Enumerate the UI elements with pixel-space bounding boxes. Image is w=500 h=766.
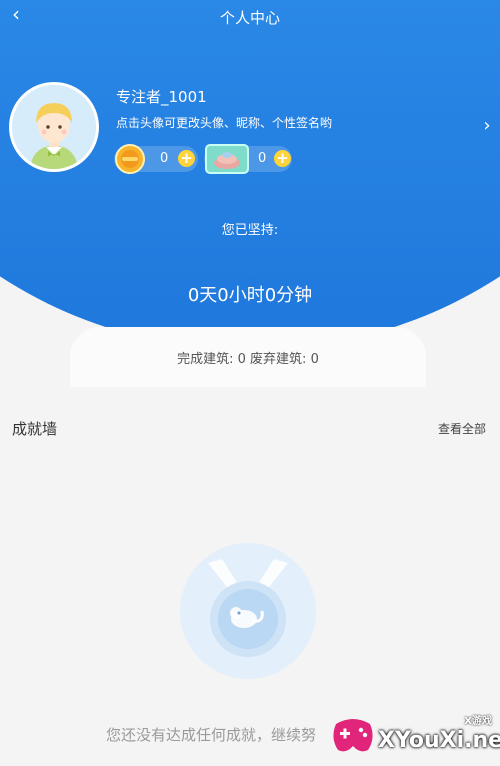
avatar[interactable] (9, 82, 99, 172)
watermark: X游戏 XYouXi.net (330, 710, 500, 762)
plus-icon[interactable]: + (178, 150, 195, 167)
coin-icon (115, 144, 145, 174)
plus-icon[interactable]: + (274, 150, 291, 167)
profile-page: ‹ 个人中心 专注者_1001 点击头像可更改头像、昵称、个性签名哟 › 0 + (0, 0, 500, 766)
persist-label: 您已坚持: (221, 223, 279, 238)
medal-placeholder-icon (180, 543, 316, 679)
achievement-wall-title: 成就墙 (12, 420, 58, 438)
gift-balance: 0 + (204, 144, 292, 174)
gamepad-logo-icon (333, 719, 373, 752)
empty-achievement-text: 您还没有达成任何成就，继续努 (106, 726, 317, 744)
profile-edit-hint: 点击头像可更改头像、昵称、个性签名哟 (116, 116, 333, 130)
watermark-brand: XYouXi.net (378, 728, 500, 753)
top-bar: ‹ 个人中心 (0, 0, 500, 34)
coin-balance: 0 + (114, 144, 198, 174)
page-title: 个人中心 (219, 9, 280, 27)
boy-avatar-icon (12, 85, 96, 169)
view-all-link[interactable]: 查看全部 (438, 420, 486, 437)
gift-box-icon (205, 144, 249, 174)
watermark-small-text: X游戏 (464, 716, 492, 727)
gift-count: 0 (258, 151, 267, 166)
persist-time: 0天0小时0分钟 (187, 285, 313, 306)
building-stats-card: 完成建筑: 0 废弃建筑: 0 (70, 327, 426, 387)
chevron-right-icon[interactable]: › (478, 116, 496, 136)
coin-count: 0 (160, 151, 169, 166)
username[interactable]: 专注者_1001 (116, 86, 207, 107)
building-stats-text: 完成建筑: 0 废弃建筑: 0 (177, 352, 319, 367)
